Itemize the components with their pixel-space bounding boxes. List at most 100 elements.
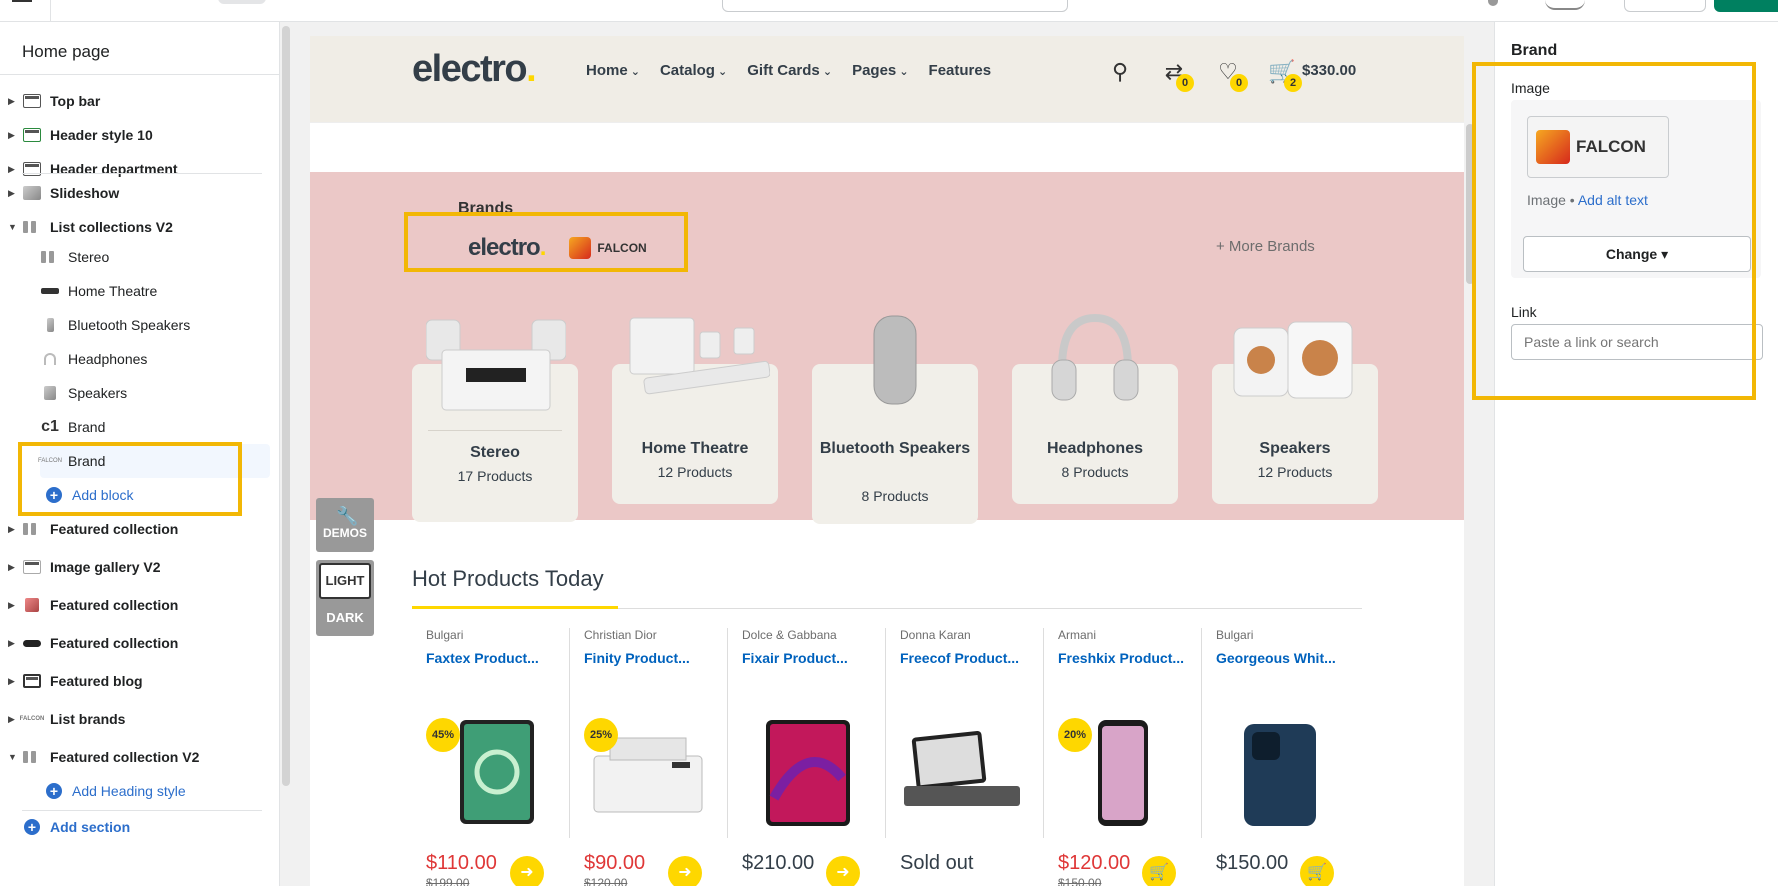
cart-add-icon[interactable]: 🛒	[1142, 856, 1176, 886]
arrow-right-icon[interactable]: ➜	[826, 856, 860, 886]
dark-mode-button[interactable]: DARK	[316, 604, 374, 632]
block-headphones[interactable]: Headphones	[40, 342, 270, 376]
section-list-brands[interactable]: ▶ FALCON List brands	[0, 702, 270, 736]
add-heading-style-button[interactable]: + Add Heading style	[46, 774, 276, 808]
light-mode-button[interactable]: LIGHT	[319, 563, 371, 599]
falcon-icon	[1536, 130, 1570, 164]
product-title-link[interactable]: Faxtex Product...	[426, 650, 539, 666]
product-title-link[interactable]: Fixair Product...	[742, 650, 848, 666]
product-card[interactable]: Bulgari Faxtex Product... 45% $110.00 $1…	[412, 618, 570, 886]
category-card-headphones[interactable]: Headphones 8 Products	[1012, 313, 1178, 504]
section-top-bar[interactable]: ▶ Top bar	[0, 84, 270, 118]
category-count: 8 Products	[1061, 464, 1129, 480]
ipad-pro-image	[766, 720, 850, 826]
store-logo[interactable]: electro.	[412, 48, 537, 91]
cart-icon[interactable]: 🛒 2	[1268, 58, 1302, 92]
product-card[interactable]: Armani Freshkix Product... 20% $120.00 $…	[1044, 618, 1202, 886]
plus-icon: +	[46, 783, 62, 799]
caret-down-icon[interactable]: ▼	[8, 222, 20, 232]
person-icon[interactable]	[1488, 0, 1498, 6]
product-title-link[interactable]: Freecof Product...	[900, 650, 1019, 666]
brand-logo-electro[interactable]: electro.	[468, 234, 546, 262]
product-title-link[interactable]: Finity Product...	[584, 650, 690, 666]
block-home-theatre[interactable]: Home Theatre	[40, 274, 270, 308]
change-image-button[interactable]: Change ▾	[1523, 236, 1751, 272]
add-block-button[interactable]: + Add block	[46, 478, 276, 512]
nav-pages[interactable]: Pages	[852, 62, 908, 79]
secondary-action-button[interactable]	[1624, 0, 1706, 12]
caret-right-icon[interactable]: ▶	[8, 600, 20, 611]
header-icons: ⚲ ⇄ 0 ♡ 0 🛒 2	[1106, 58, 1302, 92]
search-icon[interactable]: ⚲	[1106, 58, 1134, 86]
caret-right-icon[interactable]: ▶	[8, 96, 20, 107]
caret-down-icon[interactable]: ▼	[8, 752, 20, 762]
add-alt-text-link[interactable]: Add alt text	[1578, 192, 1648, 208]
link-label: Link	[1511, 304, 1537, 320]
category-name: Stereo	[470, 444, 520, 461]
wrench-icon: 🔧	[336, 506, 359, 526]
section-label: List brands	[50, 711, 126, 727]
section-featured-blog[interactable]: ▶ Featured blog	[0, 664, 270, 698]
block-speakers[interactable]: Speakers	[40, 376, 270, 410]
section-featured-collection[interactable]: ▶ Featured collection	[0, 588, 270, 622]
section-featured-collection-v2[interactable]: ▼ Featured collection V2	[0, 740, 270, 774]
more-brands-link[interactable]: + More Brands	[1216, 238, 1315, 255]
nav-catalog[interactable]: Catalog	[660, 62, 727, 79]
save-button[interactable]	[1714, 0, 1778, 12]
nav-home[interactable]: Home	[586, 62, 640, 79]
settings-title: Brand	[1511, 42, 1558, 59]
product-title-link[interactable]: Freshkix Product...	[1058, 650, 1184, 666]
nav-features[interactable]: Features	[929, 62, 992, 79]
iphone-image	[1244, 724, 1316, 826]
block-brand-electro[interactable]: c1 Brand	[40, 410, 270, 444]
product-card[interactable]: Bulgari Georgeous Whit... $150.00 🛒	[1202, 618, 1360, 886]
product-card[interactable]: Dolce & Gabbana Fixair Product... $210.0…	[728, 618, 886, 886]
section-slideshow[interactable]: ▶ Slideshow	[0, 176, 270, 210]
arrow-right-icon[interactable]: ➜	[510, 856, 544, 886]
product-title-link[interactable]: Georgeous Whit...	[1216, 650, 1336, 666]
category-card-bluetooth-speakers[interactable]: Bluetooth Speakers 8 Products	[812, 315, 978, 524]
compare-count-badge: 0	[1176, 74, 1194, 92]
add-section-button[interactable]: + Add section	[24, 810, 254, 844]
theme-status-pill[interactable]	[218, 0, 266, 4]
caret-right-icon[interactable]: ▶	[8, 714, 20, 725]
image-thumbnail[interactable]: FALCON	[1527, 116, 1669, 178]
product-card[interactable]: Donna Karan Freecof Product... Sold out	[886, 618, 1044, 886]
arrow-right-icon[interactable]: ➜	[668, 856, 702, 886]
nav-gift-cards[interactable]: Gift Cards	[747, 62, 832, 79]
category-card-home-theatre[interactable]: Home Theatre 12 Products	[612, 317, 778, 504]
compare-icon[interactable]: ⇄ 0	[1160, 58, 1194, 92]
brand-logo-falcon[interactable]: FALCON	[569, 237, 647, 259]
section-header-style-10[interactable]: ▶ Header style 10	[0, 118, 270, 152]
caret-right-icon[interactable]: ▶	[8, 638, 20, 649]
demos-button[interactable]: 🔧 DEMOS	[316, 498, 374, 552]
cart-add-icon[interactable]: 🛒	[1300, 856, 1334, 886]
section-featured-collection[interactable]: ▶ Featured collection	[0, 626, 270, 660]
cart-total[interactable]: $330.00	[1302, 62, 1356, 79]
section-list-collections-v2[interactable]: ▼ List collections V2	[0, 210, 270, 244]
brands-heading: Brands	[458, 200, 514, 217]
block-stereo[interactable]: Stereo	[40, 240, 270, 274]
caret-right-icon[interactable]: ▶	[8, 562, 20, 573]
sidebar-scrollbar[interactable]	[282, 26, 290, 786]
section-label: Header style 10	[50, 127, 153, 143]
caret-right-icon[interactable]: ▶	[8, 524, 20, 535]
section-featured-collection[interactable]: ▶ Featured collection	[0, 512, 270, 546]
section-image-gallery-v2[interactable]: ▶ Image gallery V2	[0, 550, 270, 584]
menu-icon[interactable]	[12, 0, 32, 3]
block-bluetooth-speakers[interactable]: Bluetooth Speakers	[40, 308, 270, 342]
template-search-input[interactable]	[722, 0, 1068, 12]
caret-right-icon[interactable]: ▶	[8, 130, 20, 141]
caret-right-icon[interactable]: ▶	[8, 164, 20, 175]
sidebar-divider	[0, 74, 280, 75]
link-input[interactable]	[1511, 324, 1763, 360]
caret-right-icon[interactable]: ▶	[8, 188, 20, 199]
heart-icon[interactable]: ♡ 0	[1214, 58, 1248, 92]
product-card[interactable]: Christian Dior Finity Product... 25% $90…	[570, 618, 728, 886]
category-card-speakers[interactable]: Speakers 12 Products	[1212, 321, 1378, 504]
block-brand-falcon[interactable]: FALCON Brand	[38, 444, 270, 478]
caret-right-icon[interactable]: ▶	[8, 676, 20, 687]
category-card-stereo[interactable]: Stereo 17 Products	[412, 319, 578, 522]
preview-scrollbar[interactable]	[1466, 124, 1474, 284]
undo-icon[interactable]	[1545, 0, 1585, 10]
